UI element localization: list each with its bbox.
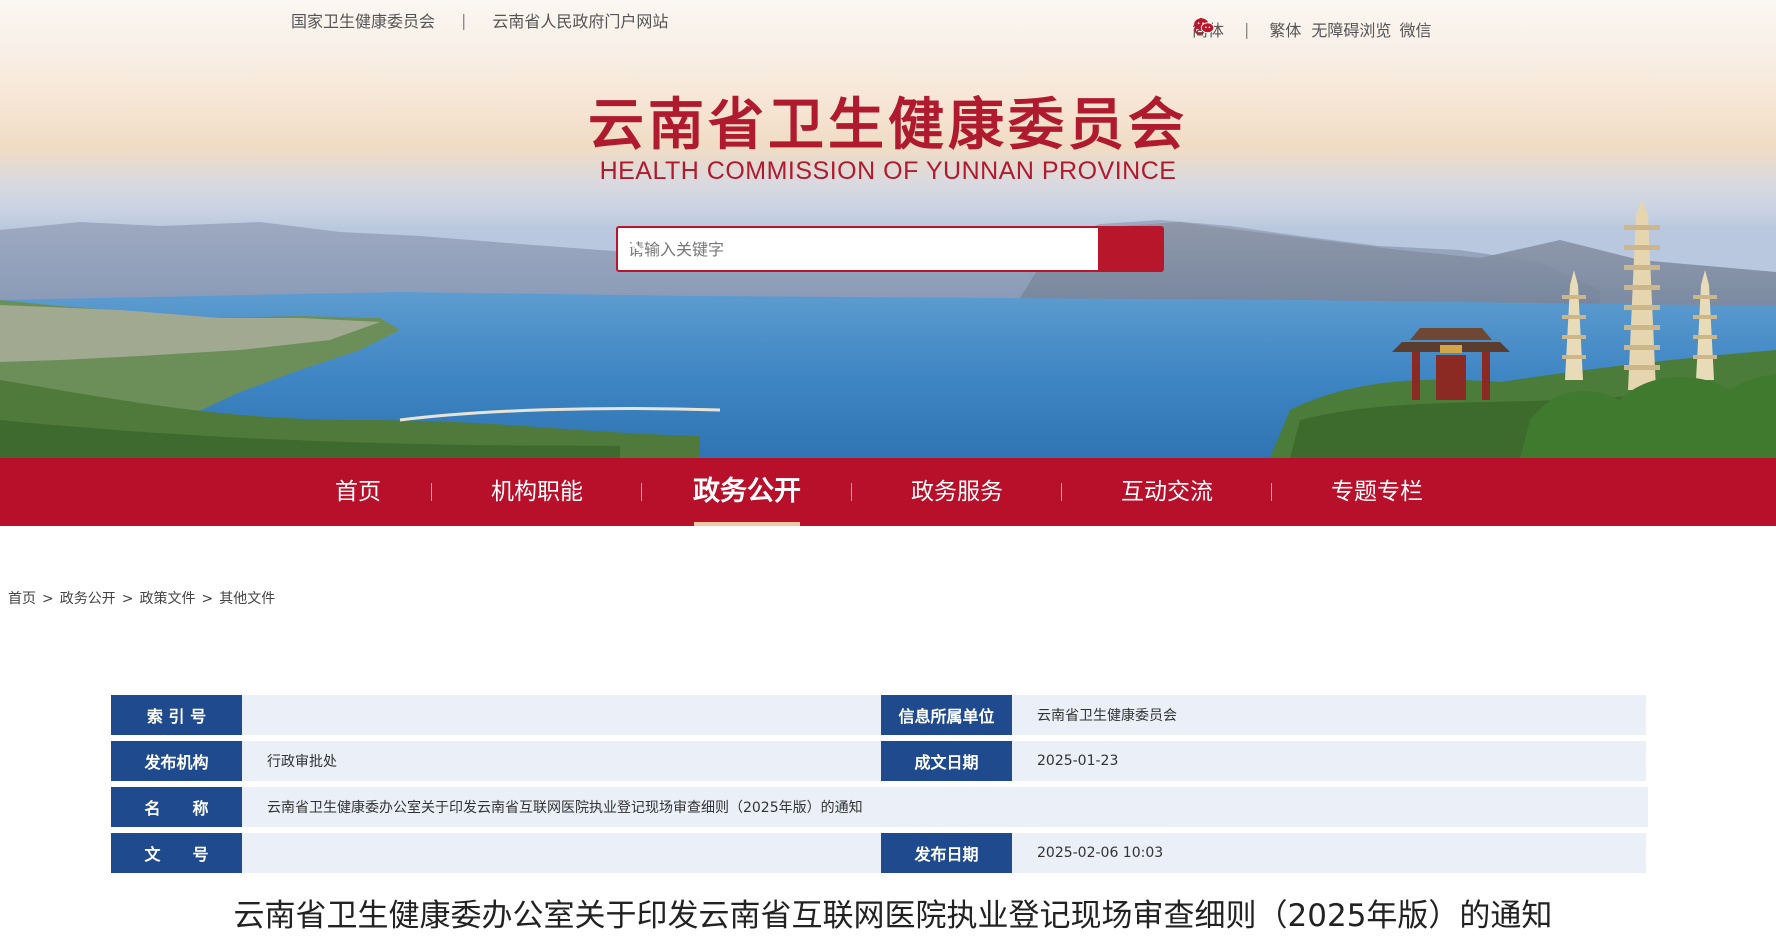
wechat-label: 微信 — [1399, 21, 1432, 40]
nav-item-interaction[interactable]: 互动交流 — [1062, 458, 1272, 526]
nav-item-label: 首页 — [335, 479, 381, 505]
owner-unit-label: 信息所属单位 — [881, 695, 1012, 735]
nav-item-special-topics[interactable]: 专题专栏 — [1272, 458, 1482, 526]
doc-name-label: 名 称 — [111, 787, 242, 827]
nav-item-label: 专题专栏 — [1331, 479, 1423, 505]
nav-item-label: 机构职能 — [491, 479, 583, 505]
nav-item-home[interactable]: 首页 — [284, 458, 432, 526]
top-links: 国家卫生健康委员会 | 云南省人民政府门户网站 — [291, 8, 668, 32]
main-nav: 首页 机构职能 政务公开 政务服务 互动交流 专题专栏 — [0, 458, 1776, 526]
formed-date-label: 成文日期 — [881, 741, 1012, 781]
link-nhc[interactable]: 国家卫生健康委员会 — [291, 8, 435, 32]
publisher-value: 行政审批处 — [242, 741, 990, 781]
search-input[interactable] — [616, 226, 1098, 272]
nav-item-label: 互动交流 — [1121, 479, 1213, 505]
wechat-link[interactable]: 微信 — [1194, 17, 1432, 41]
breadcrumb-policy-docs[interactable]: 政策文件 — [139, 591, 195, 607]
search-button[interactable] — [618, 226, 1164, 272]
breadcrumb-separator: > — [42, 591, 54, 607]
nav-item-label: 政务服务 — [911, 479, 1003, 505]
search-bar — [616, 226, 1164, 272]
breadcrumb-separator: > — [121, 591, 134, 607]
accessibility-link[interactable]: 无障碍浏览 — [1194, 17, 1392, 41]
breadcrumb-home[interactable]: 首页 — [8, 591, 36, 607]
doc-number-value — [242, 833, 990, 873]
document-info-table: 索 引 号 信息所属单位 云南省卫生健康委员会 发布机构 行政审批处 成文日期 … — [111, 695, 1648, 879]
nav-active-indicator — [694, 522, 800, 526]
breadcrumb-gov-affairs[interactable]: 政务公开 — [60, 591, 116, 607]
header-banner: 国家卫生健康委员会 | 云南省人民政府门户网站 简体 | 繁体 无障碍浏览 微信… — [0, 0, 1776, 458]
breadcrumb-separator: > — [201, 591, 214, 607]
index-number-label: 索 引 号 — [111, 695, 242, 735]
publisher-label: 发布机构 — [111, 741, 242, 781]
top-link-separator: | — [461, 10, 467, 30]
header-tools: 简体 | 繁体 无障碍浏览 微信 — [1192, 17, 1431, 41]
link-yunnan-gov[interactable]: 云南省人民政府门户网站 — [492, 8, 668, 32]
doc-name-value: 云南省卫生健康委办公室关于印发云南省互联网医院执业登记现场审查细则（2025年版… — [242, 787, 1648, 827]
info-row: 发布机构 行政审批处 成文日期 2025-01-23 — [111, 741, 1648, 781]
wechat-icon — [1194, 18, 1215, 34]
search-icon — [618, 228, 643, 253]
accessibility-label: 无障碍浏览 — [1311, 21, 1392, 40]
site-title: 云南省卫生健康委员会 — [588, 92, 1188, 158]
breadcrumb-other-docs[interactable]: 其他文件 — [219, 591, 275, 607]
owner-unit-value: 云南省卫生健康委员会 — [1012, 695, 1646, 735]
index-number-value — [242, 695, 990, 735]
document-title: 云南省卫生健康委办公室关于印发云南省互联网医院执业登记现场审查细则（2025年版… — [233, 898, 1553, 934]
nav-item-gov-affairs[interactable]: 政务公开 — [642, 458, 852, 526]
site-subtitle: HEALTH COMMISSION OF YUNNAN PROVINCE — [599, 157, 1177, 185]
nav-item-label: 政务公开 — [693, 476, 801, 507]
tool-separator: | — [1244, 19, 1250, 39]
traditional-chinese-link[interactable]: 繁体 — [1269, 17, 1301, 41]
breadcrumb: 首页 > 政务公开 > 政策文件 > 其他文件 — [8, 588, 275, 608]
info-row: 名 称 云南省卫生健康委办公室关于印发云南省互联网医院执业登记现场审查细则（20… — [111, 787, 1648, 827]
publish-date-label: 发布日期 — [881, 833, 1012, 873]
doc-number-label: 文 号 — [111, 833, 242, 873]
info-row: 索 引 号 信息所属单位 云南省卫生健康委员会 — [111, 695, 1648, 735]
nav-item-functions[interactable]: 机构职能 — [432, 458, 642, 526]
info-row: 文 号 发布日期 2025-02-06 10:03 — [111, 833, 1648, 873]
formed-date-value: 2025-01-23 — [1012, 741, 1646, 781]
nav-item-gov-services[interactable]: 政务服务 — [852, 458, 1062, 526]
publish-date-value: 2025-02-06 10:03 — [1012, 833, 1646, 873]
